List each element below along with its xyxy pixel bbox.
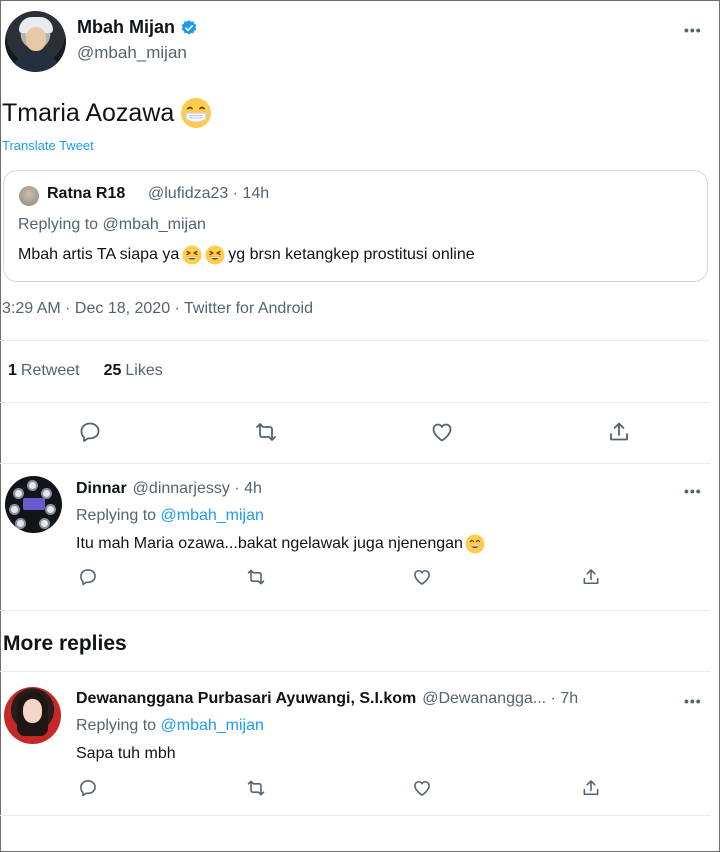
reply-icon[interactable]	[78, 420, 102, 444]
grinning-squinting-face-icon	[182, 245, 202, 265]
retweet-icon[interactable]	[246, 567, 266, 587]
reply-author-meta[interactable]: @Dewanangga... · 7h	[422, 690, 578, 708]
tweet-timestamp[interactable]: 3:29 AM · Dec 18, 2020 · Twitter for And…	[2, 300, 313, 318]
author-name-row[interactable]: Mbah Mijan	[77, 17, 198, 38]
tweet-stats: 1 Retweet 25 Likes	[8, 362, 163, 380]
more-icon[interactable]: •••	[684, 22, 702, 38]
share-icon[interactable]	[607, 420, 631, 444]
reply-author-name[interactable]: Dewananggana Purbasari Ayuwangi, S.I.kom	[76, 690, 416, 708]
replying-to-handle-link[interactable]: @mbah_mijan	[161, 507, 264, 524]
reply-action-bar	[0, 567, 710, 597]
grinning-face-icon	[465, 534, 485, 554]
quoted-tweet[interactable]: Ratna R18 @lufidza23 · 14h Replying to @…	[3, 170, 708, 282]
reply-icon[interactable]	[78, 778, 98, 798]
quoted-author-avatar	[19, 186, 39, 206]
divider	[0, 402, 710, 403]
tweet-text-row: Tmaria Aozawa	[2, 97, 212, 129]
divider	[0, 610, 710, 611]
reply-author-name[interactable]: Dinnar	[76, 480, 127, 498]
quoted-text-start: Mbah artis TA siapa ya	[18, 246, 180, 263]
retweet-count: 1	[8, 362, 17, 379]
grinning-squinting-face-icon	[205, 245, 225, 265]
retweet-stat[interactable]: 1 Retweet	[8, 362, 80, 380]
divider	[0, 671, 710, 672]
author-avatar[interactable]	[5, 11, 66, 72]
quoted-author-name: Ratna R18	[47, 185, 126, 202]
more-replies-heading: More replies	[3, 632, 127, 655]
reply-icon[interactable]	[78, 567, 98, 587]
share-icon[interactable]	[581, 567, 601, 587]
like-count: 25	[103, 362, 122, 379]
like-icon[interactable]	[430, 420, 454, 444]
more-icon[interactable]: •••	[684, 483, 702, 499]
reply-replying-to: Replying to @mbah_mijan	[76, 507, 264, 525]
more-icon[interactable]: •••	[684, 693, 702, 709]
reply-avatar[interactable]	[4, 687, 61, 744]
reply-text-content: Itu mah Maria ozawa...bakat ngelawak jug…	[76, 535, 463, 552]
reply-replying-to: Replying to @mbah_mijan	[76, 717, 264, 735]
quoted-tweet-text: Mbah artis TA siapa ya yg brsn ketangkep…	[18, 245, 475, 265]
replying-to-label: Replying to	[76, 717, 157, 734]
reply-avatar[interactable]	[5, 476, 62, 533]
share-icon[interactable]	[581, 778, 601, 798]
quoted-author-handle: @lufidza23 · 14h	[148, 185, 270, 202]
reply-action-bar	[0, 778, 710, 808]
reply-text-content: Sapa tuh mbh	[76, 745, 176, 762]
retweet-icon[interactable]	[254, 420, 278, 444]
translate-tweet-link[interactable]: Translate Tweet	[2, 138, 94, 153]
divider	[0, 815, 710, 816]
retweet-label: Retweet	[20, 362, 80, 379]
reply-text: Itu mah Maria ozawa...bakat ngelawak jug…	[76, 534, 485, 554]
tweet-text: Tmaria Aozawa	[2, 98, 175, 127]
like-icon[interactable]	[412, 778, 432, 798]
divider	[0, 340, 710, 341]
replying-to-label: Replying to	[76, 507, 157, 524]
retweet-icon[interactable]	[246, 778, 266, 798]
replying-to-handle-link[interactable]: @mbah_mijan	[161, 717, 264, 734]
reply-header: Dewananggana Purbasari Ayuwangi, S.I.kom…	[76, 690, 578, 708]
reply-header: Dinnar @dinnarjessy · 4h	[76, 480, 262, 498]
likes-label: Likes	[125, 362, 163, 379]
reply-author-meta[interactable]: @dinnarjessy · 4h	[133, 480, 262, 498]
quoted-text-end: yg brsn ketangkep prostitusi online	[228, 246, 475, 263]
quoted-replying-to: Replying to @mbah_mijan	[18, 216, 206, 233]
verified-badge-icon	[180, 19, 198, 37]
like-icon[interactable]	[412, 567, 432, 587]
author-handle[interactable]: @mbah_mijan	[77, 43, 187, 63]
divider	[0, 463, 710, 464]
tweet-action-bar	[0, 420, 710, 450]
reply-text: Sapa tuh mbh	[76, 745, 176, 763]
author-name[interactable]: Mbah Mijan	[77, 17, 175, 38]
face-with-medical-mask-icon	[180, 97, 212, 129]
likes-stat[interactable]: 25 Likes	[104, 362, 163, 380]
